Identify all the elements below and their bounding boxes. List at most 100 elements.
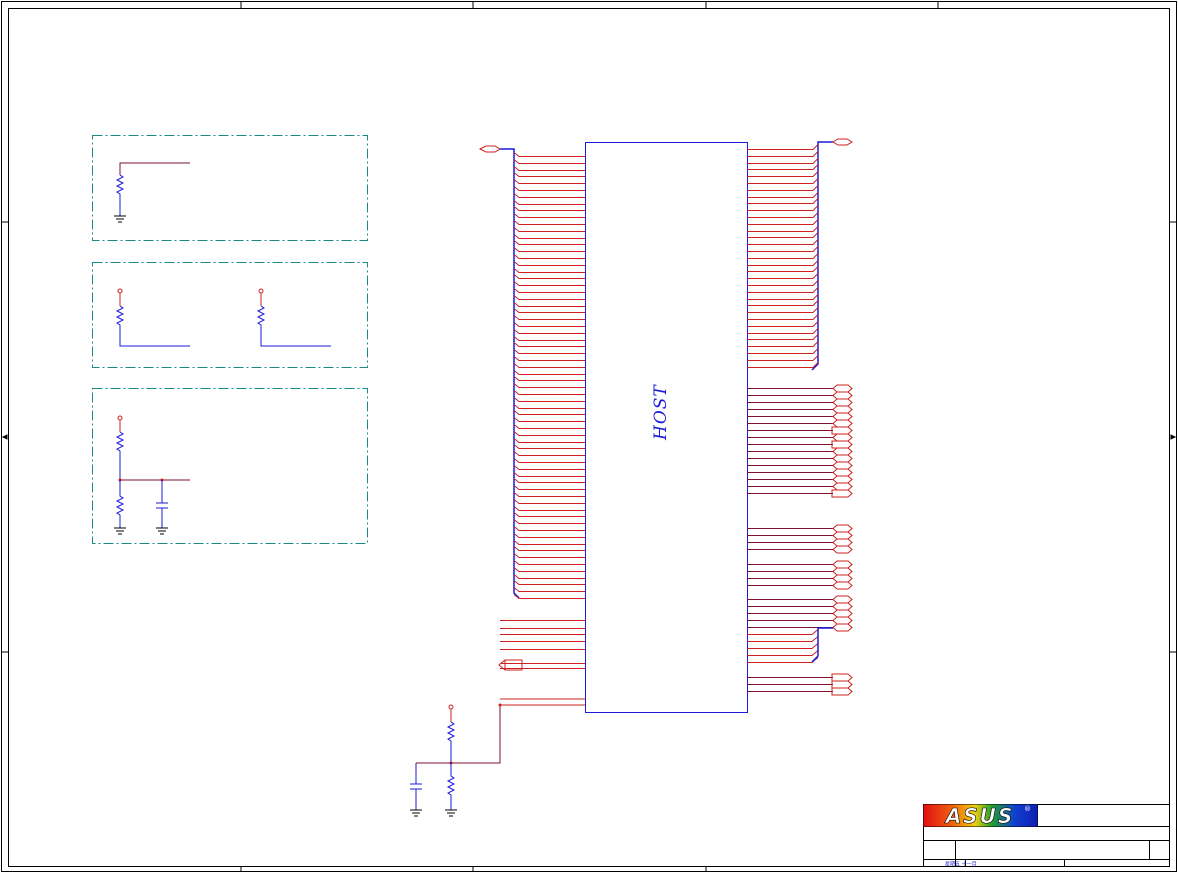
bus-wire [513, 159, 585, 164]
bus-port-left [478, 145, 501, 153]
bus-wire [747, 362, 819, 368]
bus-wire [513, 519, 585, 524]
signal-port [832, 391, 853, 400]
signal-port [831, 673, 853, 682]
bus-wire [513, 363, 585, 368]
signal-port [832, 560, 853, 569]
bus-wire [747, 650, 819, 656]
signal-port [832, 398, 853, 407]
bus-wire [513, 438, 585, 443]
bus-wire [513, 560, 585, 565]
option-box-3 [92, 388, 368, 544]
bus-wire [513, 240, 585, 245]
bus-wire [513, 383, 585, 388]
bus-wire [747, 205, 819, 211]
bus-wire [513, 594, 585, 599]
bus-wire [513, 172, 585, 177]
signal-port [832, 482, 853, 491]
bus-wire [513, 288, 585, 293]
signal-port [832, 524, 853, 533]
option-box-2 [92, 262, 368, 368]
bus-wire [513, 526, 585, 531]
bus-wire [747, 246, 819, 252]
bus-wire [747, 219, 819, 225]
bus-wire [747, 151, 819, 157]
bus-wire [513, 492, 585, 497]
resistor-symbol [115, 305, 190, 347]
bus-wire [747, 636, 819, 642]
asus-logo: ASUS ® [923, 804, 1038, 828]
bus-wire [513, 499, 585, 504]
bus-wire [513, 485, 585, 490]
bus-wire [747, 341, 819, 347]
bus-wire [513, 336, 585, 341]
bus-wire [513, 376, 585, 381]
signal-port [832, 412, 853, 421]
power-port [448, 704, 454, 710]
bus-wire [513, 404, 585, 409]
schematic-sheet: HOST ASUS ® 星期五 十一月 [1, 1, 1177, 872]
registered-mark: ® [1024, 805, 1031, 813]
bus-wire [513, 166, 585, 171]
signal-port [832, 468, 853, 477]
option-box-1 [92, 135, 368, 241]
left-control-lines [500, 620, 585, 669]
bus-wire [747, 355, 819, 361]
bus-wire [747, 321, 819, 327]
resistor-symbol [115, 431, 125, 480]
bus-wire [513, 281, 585, 286]
bus-wire [747, 307, 819, 313]
signal-port [832, 405, 853, 414]
reset-network [410, 698, 585, 817]
resistor-symbol [115, 480, 125, 528]
bus-wire [513, 465, 585, 470]
bus-wire [747, 232, 819, 238]
bus-wire [747, 198, 819, 204]
signal-port [832, 595, 853, 604]
bus-wire [513, 574, 585, 579]
bus-wire [747, 158, 819, 164]
signal-port [831, 680, 853, 689]
bus-wire [747, 212, 819, 218]
bus-wire [747, 280, 819, 286]
ground-symbol [445, 809, 457, 817]
signal-port [832, 538, 853, 547]
power-port [117, 415, 123, 421]
bus-wire [747, 643, 819, 649]
bus-wire [513, 397, 585, 402]
bus-wire [747, 334, 819, 340]
bus-wire [513, 206, 585, 211]
bus-wire [513, 478, 585, 483]
bus-wire [513, 302, 585, 307]
signal-port [831, 440, 853, 449]
bus-wire [513, 553, 585, 558]
signal-port [832, 616, 853, 625]
right-bus-trunk [811, 138, 853, 371]
signal-port [832, 581, 853, 590]
bus-wire [747, 144, 819, 150]
ground-symbol [410, 809, 422, 817]
bus-wire [747, 657, 819, 663]
bus-wire [513, 342, 585, 347]
bus-wire [513, 580, 585, 585]
bus-wire [747, 348, 819, 354]
signal-port [832, 433, 853, 442]
signal-port [832, 475, 853, 484]
drawing-frame [1, 1, 1177, 872]
bus-wire [513, 179, 585, 184]
bus-wire [513, 349, 585, 354]
bus-wire [513, 506, 585, 511]
signal-port [831, 687, 853, 696]
signal-port [832, 531, 853, 540]
resistor-symbol [446, 763, 456, 810]
signal-port [832, 419, 853, 428]
bus-wire [513, 458, 585, 463]
bus-wire [513, 567, 585, 572]
signal-port [832, 609, 853, 618]
signal-port [832, 461, 853, 470]
bus-wire [747, 314, 819, 320]
right-bus-lines [747, 144, 819, 368]
bus-wire [513, 268, 585, 273]
bus-wire [747, 226, 819, 232]
asus-logo-text: ASUS [944, 804, 1015, 828]
